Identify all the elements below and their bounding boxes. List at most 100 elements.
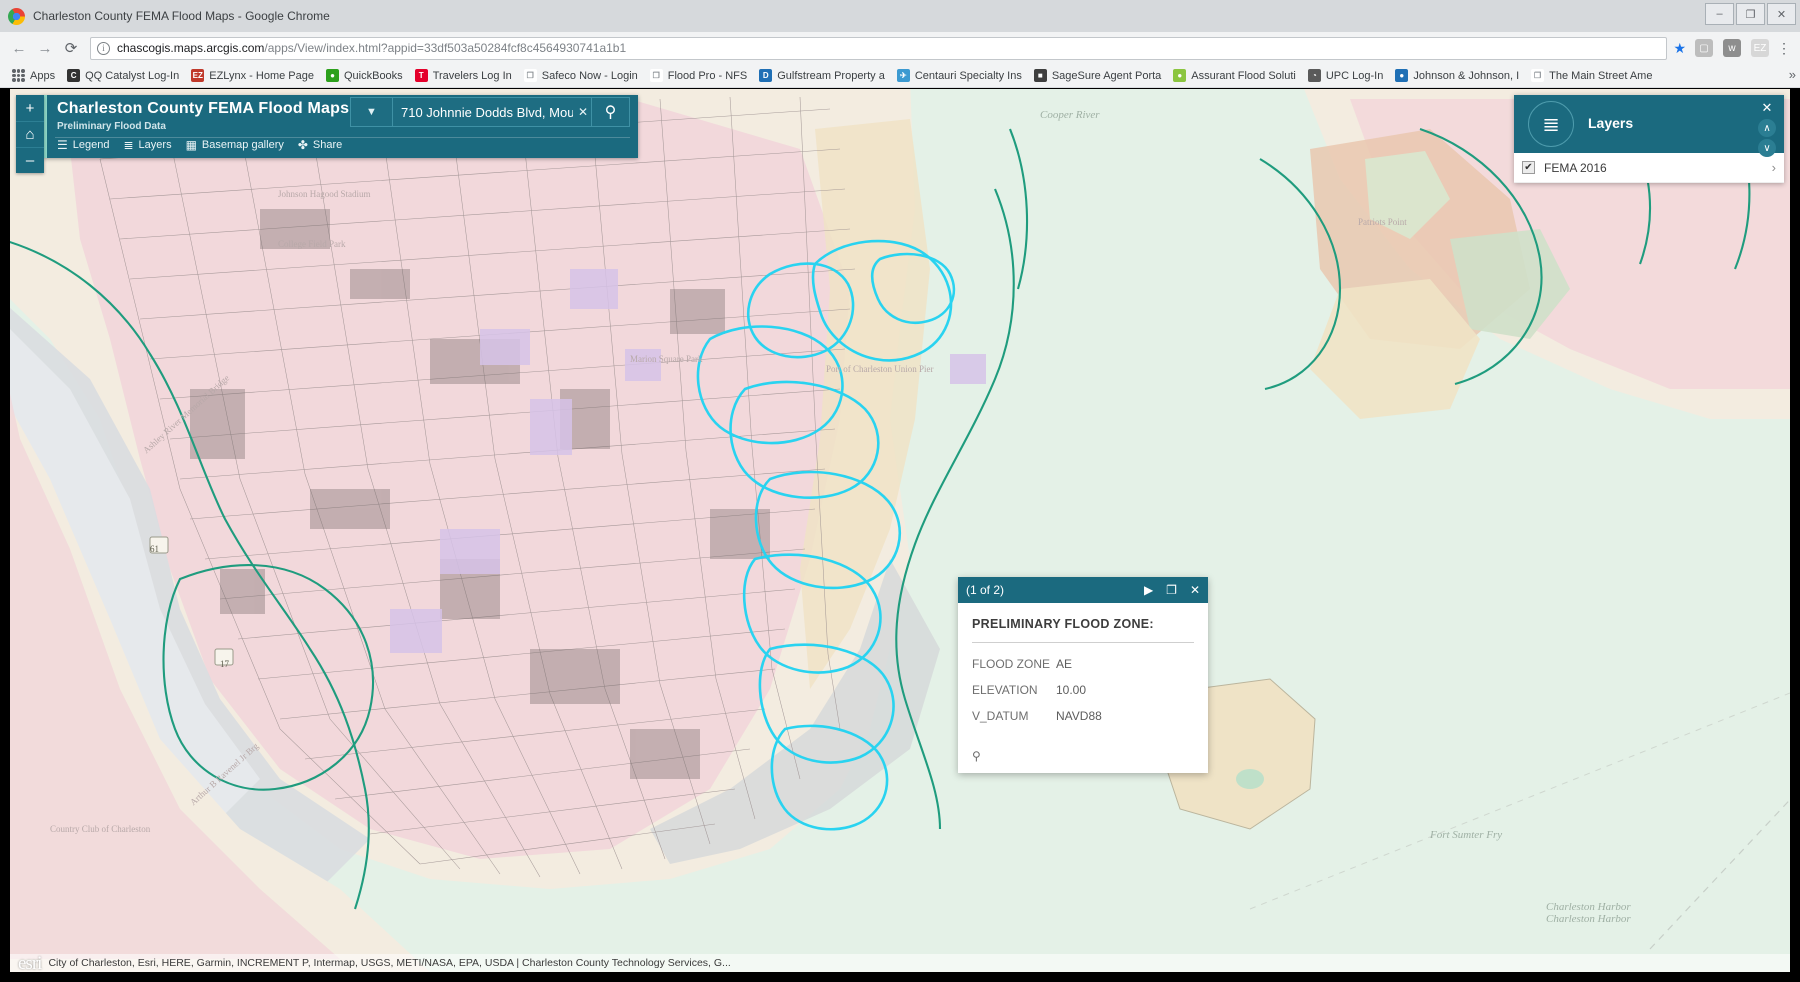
close-icon[interactable]: ✕: [1758, 99, 1776, 117]
bookmark-favicon-icon: ●: [326, 69, 339, 82]
reload-icon[interactable]: ⟳: [58, 35, 84, 61]
popup-divider: [972, 642, 1194, 643]
popup-header: (1 of 2) ▶ ❐ ✕: [958, 577, 1208, 603]
bookmark-star-icon[interactable]: ★: [1673, 40, 1686, 57]
layers-icon: ≣: [123, 139, 133, 151]
search-clear-icon[interactable]: ✕: [578, 105, 588, 119]
minimize-button[interactable]: –: [1705, 3, 1734, 25]
bookmark-item[interactable]: ✈Centauri Specialty Ins: [891, 66, 1028, 86]
bookmark-favicon-icon: ●: [1173, 69, 1186, 82]
bookmark-item[interactable]: ❐ Flood Pro - NFS: [644, 66, 753, 86]
url-host: chascogis.maps.arcgis.com: [117, 41, 264, 55]
layers-panel-header: ≣ Layers ✕ ∧ ∨: [1514, 95, 1784, 153]
bookmark-label: Flood Pro - NFS: [668, 70, 747, 82]
bookmark-item[interactable]: D Gulfstream Property a: [753, 66, 891, 86]
page-title: Charleston County FEMA Flood Maps: [57, 100, 349, 118]
search-input-wrap: ✕: [393, 98, 591, 126]
page-subtitle: Preliminary Flood Data: [57, 121, 166, 132]
back-icon[interactable]: ←: [6, 35, 32, 61]
bookmark-item[interactable]: ●Assurant Flood Soluti: [1167, 66, 1302, 86]
bookmark-favicon-icon: ❐: [524, 69, 537, 82]
header-tool-share[interactable]: ✤Share: [298, 139, 342, 151]
header-divider: [55, 137, 630, 138]
layer-row[interactable]: ✔FEMA 2016›: [1514, 153, 1784, 183]
bookmark-favicon-icon: D: [759, 69, 772, 82]
search-source-dropdown-icon[interactable]: ▼: [351, 98, 393, 126]
chrome-logo-icon: [8, 8, 25, 25]
pocket-extension-icon[interactable]: ▢: [1695, 39, 1713, 57]
apps-shortcut[interactable]: Apps: [6, 66, 61, 86]
chrome-menu-icon[interactable]: ⋮: [1774, 40, 1794, 57]
popup-attribute-key: ELEVATION: [972, 683, 1056, 697]
zoom-out-button[interactable]: –: [16, 147, 44, 173]
window-controls: – ❐ ✕: [1705, 3, 1796, 25]
bookmark-label: QQ Catalyst Log-In: [85, 70, 179, 82]
header-tool-legend[interactable]: ☰Legend: [57, 139, 109, 151]
bookmark-item[interactable]: ● QuickBooks: [320, 66, 409, 86]
home-button[interactable]: ⌂: [16, 121, 44, 147]
extensions-area: ▢ w EZ: [1690, 39, 1774, 57]
bookmark-favicon-icon: ●: [1395, 69, 1408, 82]
bookmark-item[interactable]: CQQ Catalyst Log-In: [61, 66, 185, 86]
zoom-to-feature-icon[interactable]: ⚲: [972, 749, 981, 763]
popup-attribute-list: FLOOD ZONEAEELEVATION10.00V_DATUMNAVD88: [972, 657, 1194, 723]
browser-title-bar: Charleston County FEMA Flood Maps - Goog…: [0, 0, 1800, 32]
popup-attribute-key: V_DATUM: [972, 709, 1056, 723]
forward-icon[interactable]: →: [32, 35, 58, 61]
header-toolbar: ☰Legend ≣Layers ▦Basemap gallery ✤Share: [57, 139, 342, 151]
layers-stack-icon: ≣: [1528, 101, 1574, 147]
header-tool-basemap-gallery[interactable]: ▦Basemap gallery: [186, 139, 284, 151]
bookmark-favicon-icon: ❐: [650, 69, 663, 82]
popup-footer: ⚲: [958, 739, 1208, 773]
bookmark-item[interactable]: TTravelers Log In: [409, 66, 518, 86]
popup-attribute-value: AE: [1056, 657, 1072, 671]
bookmark-label: Centauri Specialty Ins: [915, 70, 1022, 82]
bookmark-label: The Main Street Ame: [1549, 70, 1652, 82]
close-window-button[interactable]: ✕: [1767, 3, 1796, 25]
window-title: Charleston County FEMA Flood Maps - Goog…: [33, 9, 330, 23]
bookmark-label: UPC Log-In: [1326, 70, 1383, 82]
map-geometry: [10, 89, 1790, 972]
map-viewport[interactable]: Cooper RiverCharleston HarborCharleston …: [10, 89, 1790, 972]
popup-body: PRELIMINARY FLOOD ZONE: FLOOD ZONEAEELEV…: [958, 603, 1208, 739]
search-icon[interactable]: ⚲: [591, 98, 629, 126]
layers-list: ✔FEMA 2016›: [1514, 153, 1784, 183]
site-info-icon[interactable]: i: [97, 42, 110, 55]
popup-next-icon[interactable]: ▶: [1144, 583, 1153, 597]
popup-attribute-value: 10.00: [1056, 683, 1086, 697]
bookmark-label: Gulfstream Property a: [777, 70, 885, 82]
url-text: chascogis.maps.arcgis.com/apps/View/inde…: [117, 41, 626, 55]
bookmark-item[interactable]: ● Johnson & Johnson, I: [1389, 66, 1525, 86]
bookmark-item[interactable]: ❐The Main Street Ame: [1525, 66, 1658, 86]
popup-record-count: (1 of 2): [966, 583, 1004, 597]
ezlynx-extension-icon[interactable]: EZ: [1751, 39, 1769, 57]
bookmarks-overflow-icon[interactable]: »: [1789, 67, 1796, 82]
maximize-button[interactable]: ❐: [1736, 3, 1765, 25]
address-bar[interactable]: i chascogis.maps.arcgis.com/apps/View/in…: [90, 37, 1667, 60]
header-tool-layers[interactable]: ≣Layers: [123, 139, 171, 151]
bookmark-item[interactable]: ◔UPC Log-In: [1302, 66, 1389, 86]
browser-toolbar: ← → ⟳ i chascogis.maps.arcgis.com/apps/V…: [0, 32, 1800, 64]
bookmark-item[interactable]: EZEZLynx - Home Page: [185, 66, 320, 86]
url-path: /apps/View/index.html?appid=33df503a5028…: [264, 41, 626, 55]
chevron-up-icon[interactable]: ∧: [1758, 119, 1776, 137]
bookmark-label: QuickBooks: [344, 70, 403, 82]
popup-maximize-icon[interactable]: ❐: [1166, 583, 1177, 597]
search-input[interactable]: [393, 98, 591, 126]
bookmark-item[interactable]: ❐Safeco Now - Login: [518, 66, 644, 86]
zoom-in-button[interactable]: +: [16, 95, 44, 121]
chevron-down-icon[interactable]: ∨: [1758, 139, 1776, 157]
chevron-right-icon[interactable]: ›: [1772, 160, 1776, 175]
layers-panel-title: Layers: [1588, 115, 1633, 131]
layers-panel: ≣ Layers ✕ ∧ ∨ ✔FEMA 2016›: [1514, 95, 1784, 183]
popup-title: PRELIMINARY FLOOD ZONE:: [972, 617, 1194, 631]
map-canvas[interactable]: Cooper RiverCharleston HarborCharleston …: [10, 89, 1790, 972]
popup-close-icon[interactable]: ✕: [1190, 583, 1200, 597]
wikibuy-extension-icon[interactable]: w: [1723, 39, 1741, 57]
header-tool-label: Basemap gallery: [202, 139, 284, 151]
bookmark-item[interactable]: ■SageSure Agent Porta: [1028, 66, 1167, 86]
map-zoom-control: + ⌂ –: [16, 95, 44, 173]
layer-checkbox[interactable]: ✔: [1522, 161, 1535, 174]
bookmark-label: Johnson & Johnson, I: [1413, 70, 1519, 82]
bookmark-favicon-icon: ■: [1034, 69, 1047, 82]
